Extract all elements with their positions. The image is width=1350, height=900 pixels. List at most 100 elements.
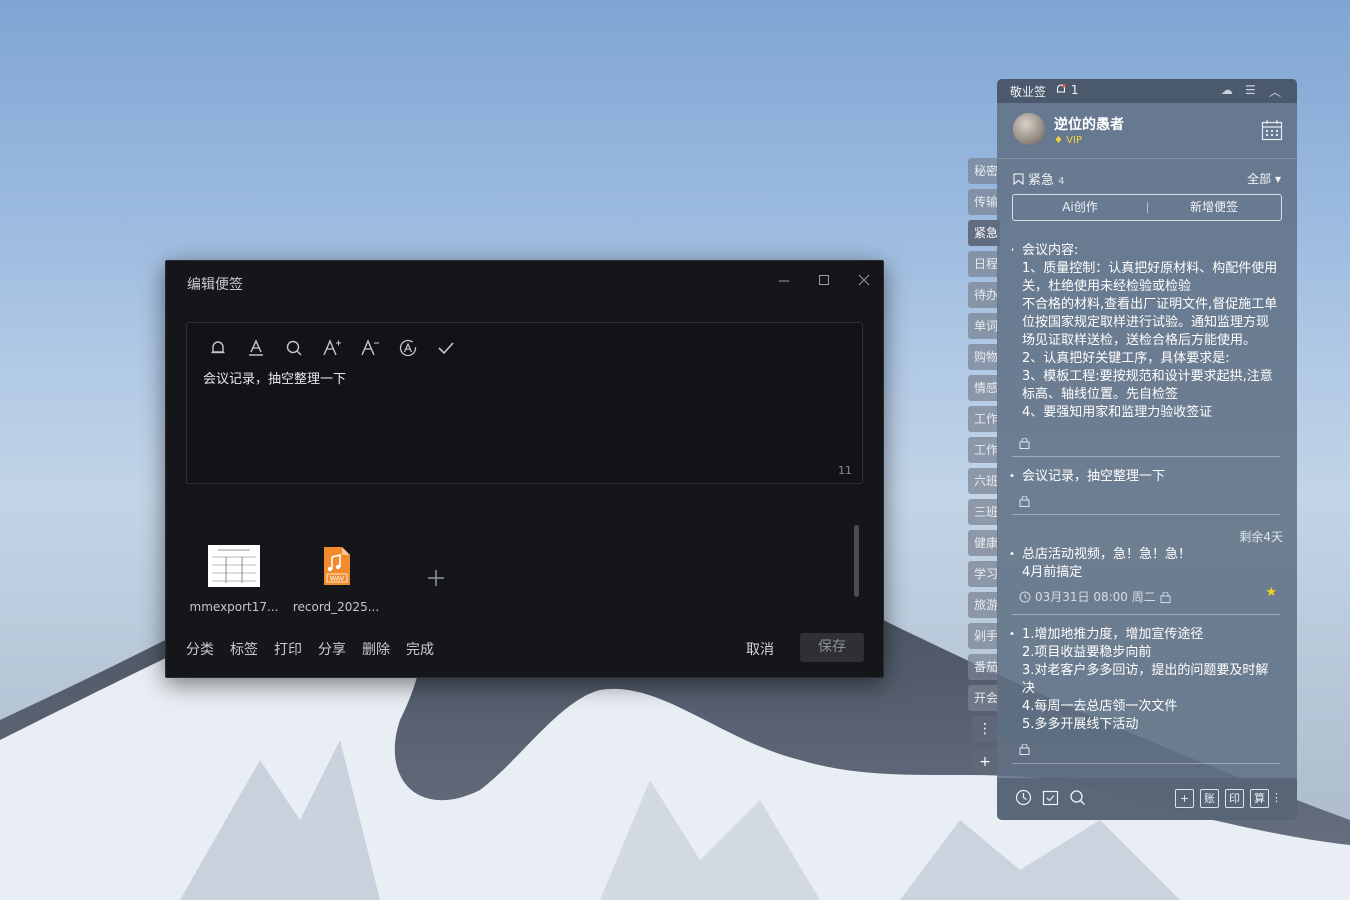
cloud-sync-icon[interactable]: ☁: [1221, 83, 1233, 97]
tab-shopping[interactable]: 购物: [968, 344, 998, 370]
lock-icon: [1160, 591, 1171, 603]
tab-work-2[interactable]: 工作: [968, 437, 998, 463]
clock-icon[interactable]: [1014, 789, 1033, 808]
divider: [1012, 763, 1280, 764]
dialog-title: 编辑便签: [187, 277, 243, 293]
note-text: 1.增加地推力度，增加宣传途径 2.项目收益要稳步向前 3.对老客户多多回访，提…: [1022, 627, 1269, 732]
account-button[interactable]: 账: [1200, 789, 1219, 808]
more-tabs-button[interactable]: ⋮: [972, 716, 998, 742]
tab-class-3[interactable]: 三班: [968, 499, 998, 525]
list-item[interactable]: • 总店活动视频，急！急！急！ 4月前搞定 03月31日 08:00 周二 ★: [1009, 546, 1280, 606]
reminder-time: 03月31日 08:00 周二: [1012, 588, 1280, 606]
add-tab-button[interactable]: +: [972, 749, 998, 775]
tab-tomato[interactable]: 番茄: [968, 654, 998, 680]
username[interactable]: 逆位的愚者: [1054, 114, 1124, 134]
tab-study[interactable]: 学习: [968, 561, 998, 587]
new-note-button[interactable]: 新增便签: [1147, 195, 1281, 220]
save-button[interactable]: 保存: [800, 633, 864, 662]
category-action[interactable]: 分类: [186, 639, 214, 659]
delete-action[interactable]: 删除: [362, 639, 390, 659]
print-action[interactable]: 打印: [274, 639, 302, 659]
ai-format-icon[interactable]: [395, 335, 420, 360]
lock-icon: [1019, 434, 1030, 453]
font-decrease-icon[interactable]: [357, 335, 382, 360]
user-header: 逆位的愚者 ♦ VIP: [997, 103, 1297, 159]
attachment-name: mmexport17...: [189, 600, 279, 614]
menu-icon[interactable]: ☰: [1245, 83, 1256, 97]
ai-create-button[interactable]: Ai创作: [1013, 195, 1147, 220]
note-editor[interactable]: 会议记录，抽空整理一下 11: [186, 322, 863, 484]
calendar-icon[interactable]: [1261, 119, 1283, 141]
divider: [1012, 514, 1280, 515]
plus-icon: [428, 570, 444, 586]
search-icon[interactable]: [281, 335, 306, 360]
lock-icon: [1019, 740, 1030, 759]
tag-action[interactable]: 标签: [230, 639, 258, 659]
tab-health[interactable]: 健康: [968, 530, 998, 556]
tab-urgent[interactable]: 紧急: [968, 220, 1000, 246]
notification-indicator[interactable]: 1: [1055, 83, 1078, 97]
close-icon: [858, 274, 870, 286]
list-item[interactable]: • 会议内容: 1、质量控制：认真把好原材料、构配件使用关，杜绝使用未经检验或检…: [1012, 242, 1280, 428]
maximize-icon: [819, 275, 829, 285]
category-tabs: 秘密 传输 紧急 日程 待办 单词 购物 情感 工作 工作 六班 三班 健康 学…: [968, 158, 1000, 782]
add-icon[interactable]: +: [1175, 789, 1194, 808]
edit-note-dialog: 编辑便签 会议记录，抽空整理一下 11 mmexport17... WAV re…: [165, 260, 884, 678]
tab-words[interactable]: 单词: [968, 313, 998, 339]
tab-secret[interactable]: 秘密: [968, 158, 998, 184]
calculate-button[interactable]: 算: [1250, 789, 1269, 808]
divider: [1012, 614, 1280, 615]
bookmark-icon: [1013, 173, 1024, 186]
share-action[interactable]: 分享: [318, 639, 346, 659]
list-item[interactable]: • 1.增加地推力度，增加宣传途径 2.项目收益要稳步向前 3.对老客户多多回访…: [1009, 626, 1280, 734]
tab-meeting[interactable]: 开会: [968, 685, 998, 711]
create-buttons: Ai创作 新增便签: [1012, 194, 1282, 221]
sticky-note-panel: 敬业签 1 ☁ ☰ ︿ 逆位的愚者 ♦ VIP 紧急 4 全部 ▾ Ai创作 新…: [997, 79, 1297, 820]
panel-toolbar: + 账 印 算 ⋮: [997, 778, 1297, 820]
char-count: 11: [838, 464, 852, 477]
print-button[interactable]: 印: [1225, 789, 1244, 808]
attachment-audio[interactable]: WAV record_2025...: [288, 545, 384, 614]
star-icon[interactable]: ★: [1265, 584, 1277, 602]
complete-action[interactable]: 完成: [406, 639, 434, 659]
list-item[interactable]: • 会议记录，抽空整理一下: [1009, 468, 1280, 486]
app-name: 敬业签: [1010, 85, 1047, 99]
attachments-scrollbar[interactable]: [854, 525, 859, 597]
close-button[interactable]: [852, 271, 876, 293]
tab-work-1[interactable]: 工作: [968, 406, 998, 432]
search-icon[interactable]: [1068, 789, 1087, 808]
cancel-button[interactable]: 取消: [746, 639, 774, 659]
tab-class-6[interactable]: 六班: [968, 468, 998, 494]
tab-travel[interactable]: 旅游: [968, 592, 998, 618]
editor-toolbar: [205, 335, 458, 360]
remaining-days: 剩余4天: [1239, 530, 1283, 544]
tab-todo[interactable]: 待办: [968, 282, 998, 308]
checklist-icon[interactable]: [1041, 789, 1060, 808]
tab-transfer[interactable]: 传输: [968, 189, 998, 215]
bell-icon[interactable]: [205, 335, 230, 360]
note-actions: 分类 标签 打印 分享 删除 完成: [186, 639, 434, 659]
add-attachment-button[interactable]: [426, 566, 446, 594]
tab-shopping-spree[interactable]: 剁手: [968, 623, 998, 649]
notify-count: 1: [1070, 83, 1079, 97]
note-text: 会议内容: 1、质量控制：认真把好原材料、构配件使用关，杜绝使用未经检验或检验 …: [1022, 243, 1278, 420]
avatar[interactable]: [1013, 113, 1045, 145]
notification-bell-icon: [1056, 83, 1067, 93]
filter-dropdown[interactable]: 全部 ▾: [1247, 170, 1281, 187]
font-color-icon[interactable]: [243, 335, 268, 360]
divider: [1012, 456, 1280, 457]
current-category[interactable]: 紧急 4: [1013, 169, 1065, 188]
tab-emotion[interactable]: 情感: [968, 375, 998, 401]
attachment-name: record_2025...: [292, 600, 380, 614]
tab-schedule[interactable]: 日程: [968, 251, 998, 277]
wav-label: WAV: [330, 575, 345, 583]
more-icon[interactable]: ⋮: [1271, 789, 1282, 808]
minimize-icon: [779, 280, 789, 282]
font-increase-icon[interactable]: [319, 335, 344, 360]
maximize-button[interactable]: [812, 271, 836, 293]
check-icon[interactable]: [433, 335, 458, 360]
collapse-icon[interactable]: ︿: [1269, 83, 1281, 100]
attachment-image[interactable]: mmexport17...: [186, 545, 282, 614]
editor-text[interactable]: 会议记录，抽空整理一下: [203, 368, 346, 387]
minimize-button[interactable]: [772, 271, 796, 293]
